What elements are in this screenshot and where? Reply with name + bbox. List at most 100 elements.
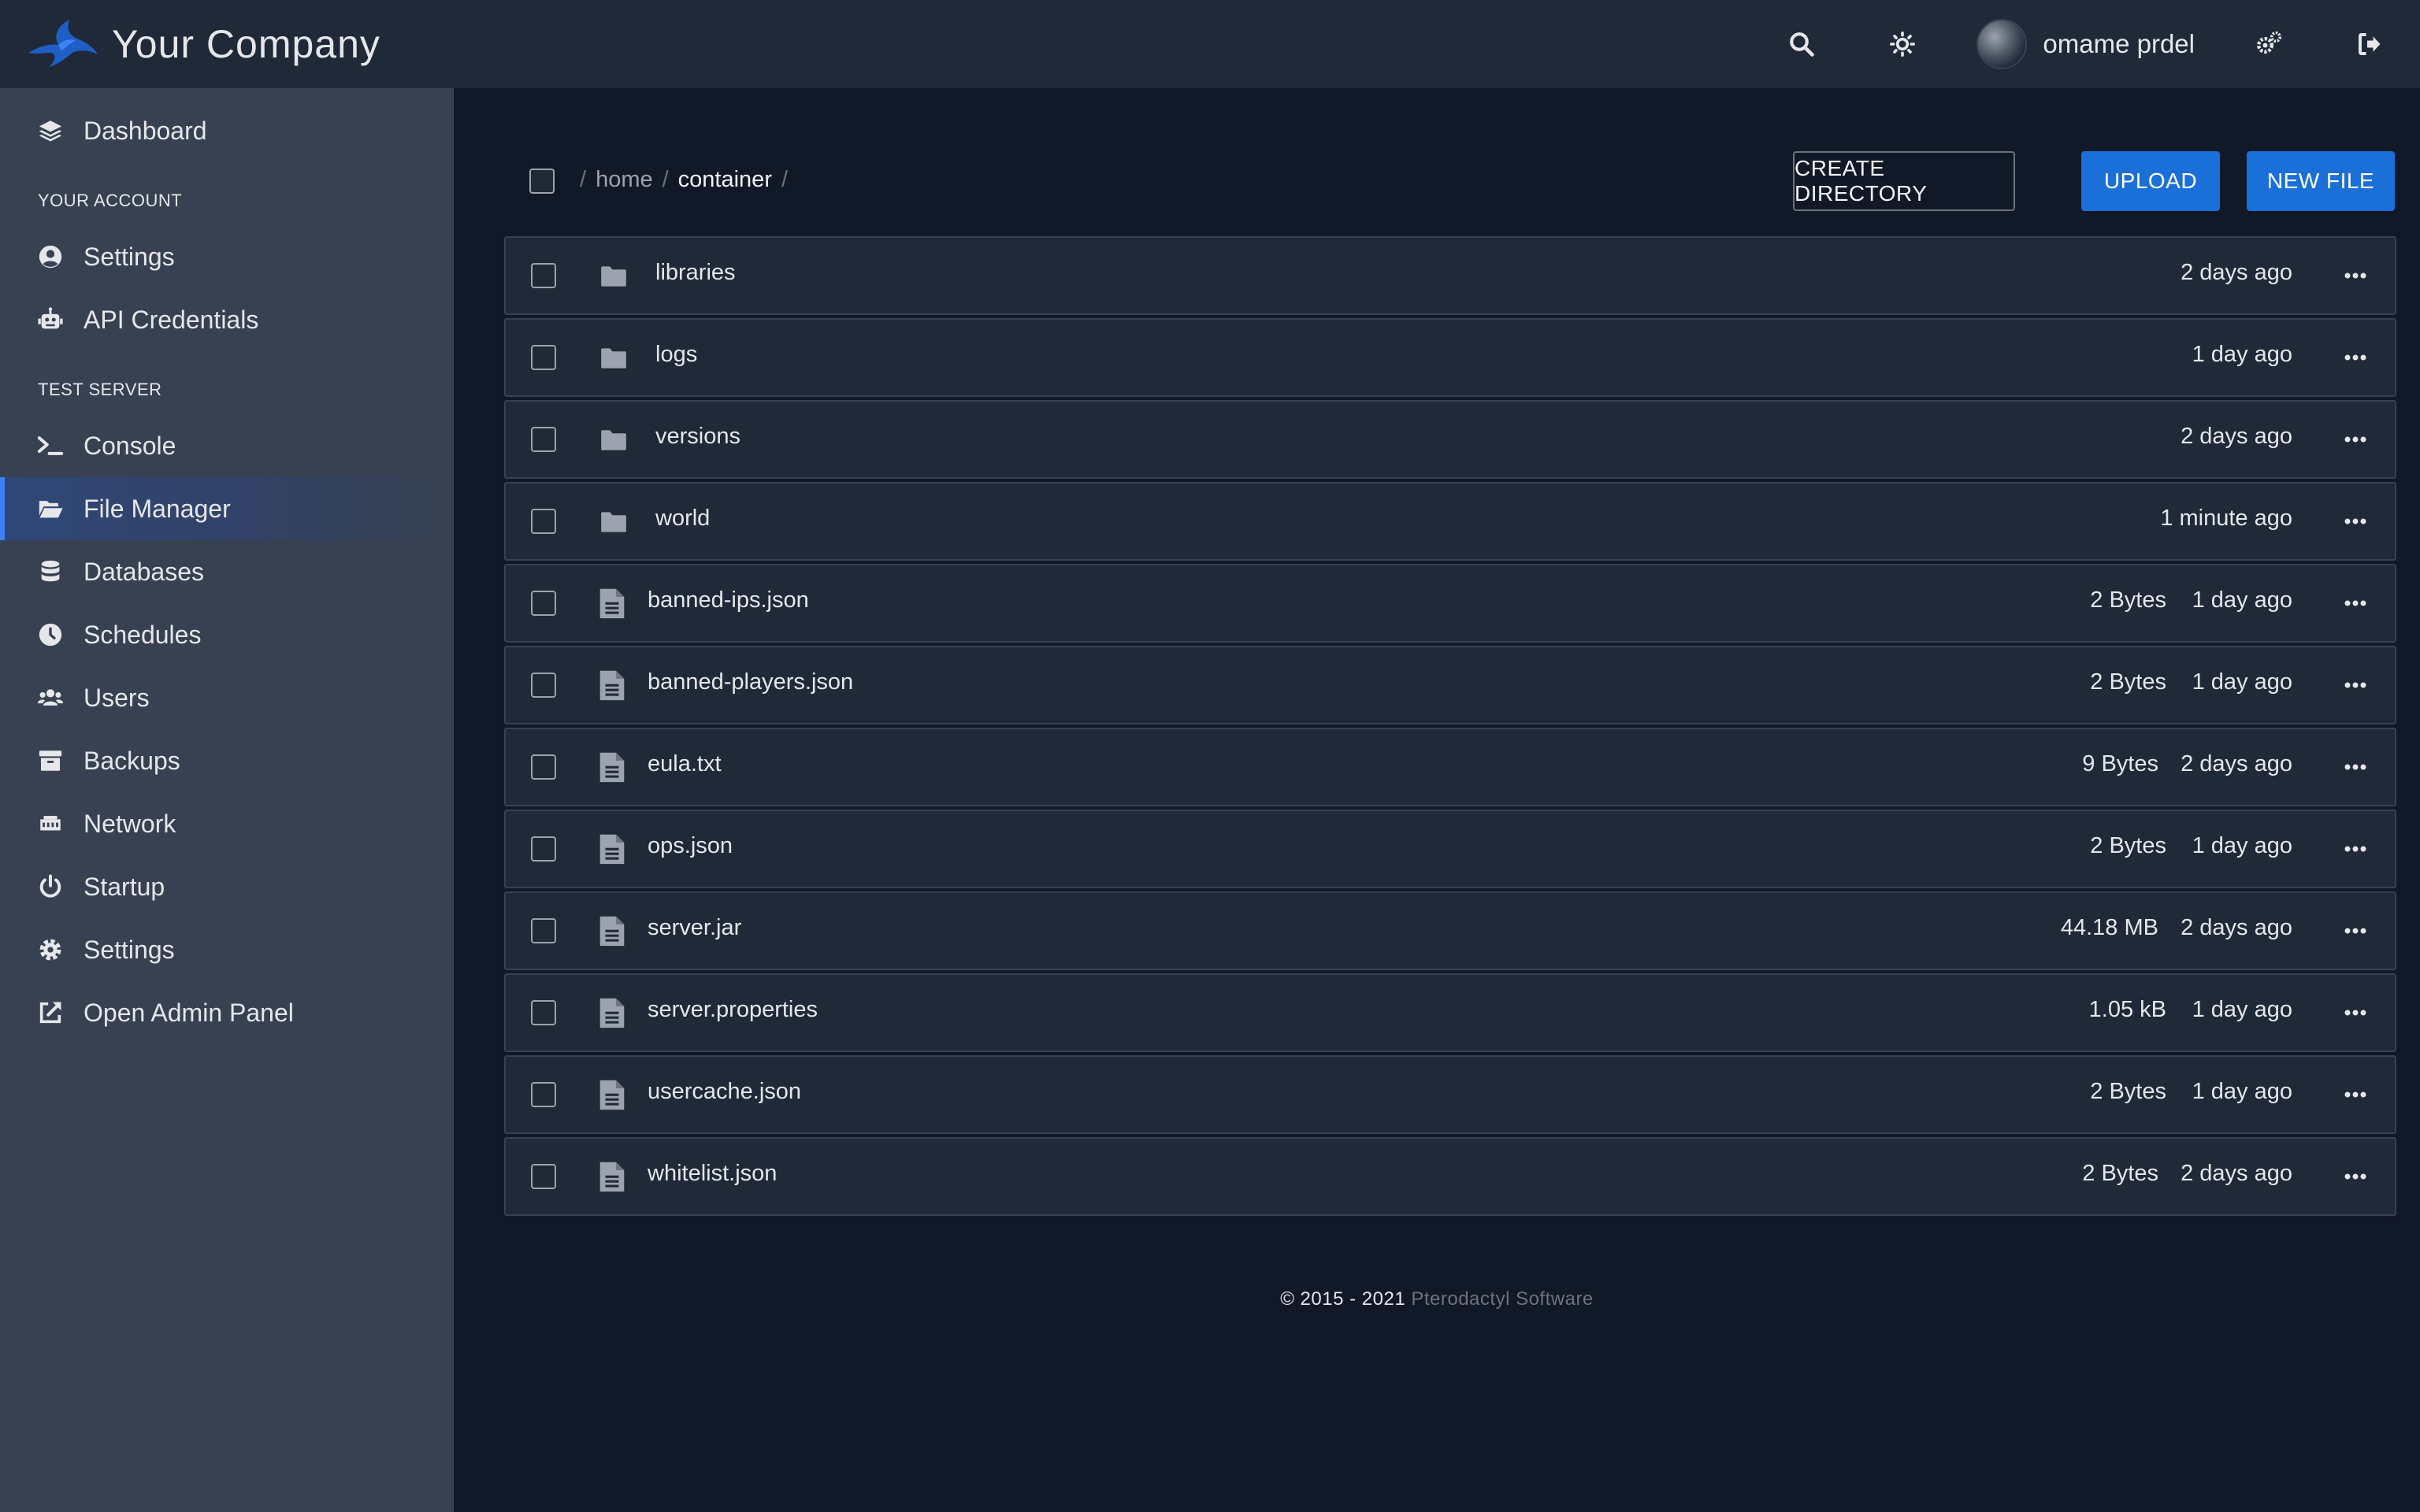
row-options-button[interactable] xyxy=(2332,258,2379,295)
robot-icon xyxy=(36,306,65,334)
row-options-button[interactable] xyxy=(2332,340,2379,376)
folder-icon xyxy=(599,425,629,455)
row-checkbox[interactable] xyxy=(531,591,556,616)
file-icon xyxy=(599,751,625,784)
file-row[interactable]: ops.json 2 Bytes 1 day ago xyxy=(504,810,2396,888)
breadcrumb: / home / container / xyxy=(580,167,788,193)
file-row[interactable]: eula.txt 9 Bytes 2 days ago xyxy=(504,728,2396,806)
row-checkbox[interactable] xyxy=(531,509,556,534)
admin-settings-button[interactable] xyxy=(2218,0,2319,88)
file-name[interactable]: server.jar xyxy=(648,915,741,941)
file-name[interactable]: usercache.json xyxy=(648,1079,801,1105)
footer-link[interactable]: Pterodactyl Software xyxy=(1411,1288,1593,1310)
row-options-button[interactable] xyxy=(2332,995,2379,1032)
sidebar-item-backups[interactable]: Backups xyxy=(0,729,454,792)
row-checkbox[interactable] xyxy=(531,918,556,943)
row-checkbox[interactable] xyxy=(531,427,556,452)
sidebar-item-file-manager[interactable]: File Manager xyxy=(0,477,454,540)
row-options-button[interactable] xyxy=(2332,504,2379,540)
breadcrumb-home[interactable]: home xyxy=(596,167,653,193)
user-menu[interactable]: omame prdel xyxy=(1953,0,2218,88)
row-checkbox[interactable] xyxy=(531,1000,556,1025)
file-name[interactable]: ops.json xyxy=(648,833,733,859)
sidebar-item-label: API Credentials xyxy=(84,305,259,334)
top-actions: omame prdel xyxy=(1751,0,2420,88)
sidebar-item-server-settings[interactable]: Settings xyxy=(0,918,454,981)
file-name[interactable]: whitelist.json xyxy=(648,1161,777,1187)
file-name[interactable]: server.properties xyxy=(648,997,818,1023)
logout-button[interactable] xyxy=(2319,0,2420,88)
file-row[interactable]: usercache.json 2 Bytes 1 day ago xyxy=(504,1055,2396,1134)
directory-row[interactable]: versions 2 days ago xyxy=(504,400,2396,479)
search-icon xyxy=(1790,32,1815,57)
row-options-button[interactable] xyxy=(2332,1077,2379,1114)
row-checkbox[interactable] xyxy=(531,836,556,862)
row-checkbox[interactable] xyxy=(531,263,556,288)
network-icon xyxy=(36,810,65,838)
ellipsis-icon xyxy=(2344,761,2367,775)
file-icon xyxy=(599,669,625,702)
file-name[interactable]: world xyxy=(655,506,710,532)
file-modified: 2 days ago xyxy=(2181,751,2292,776)
sidebar-item-account-settings[interactable]: Settings xyxy=(0,225,454,288)
folder-icon xyxy=(599,343,629,373)
row-options-button[interactable] xyxy=(2332,422,2379,458)
directory-row[interactable]: logs 1 day ago xyxy=(504,318,2396,397)
file-row[interactable]: banned-players.json 2 Bytes 1 day ago xyxy=(504,646,2396,724)
theme-toggle-button[interactable] xyxy=(1852,0,1953,88)
row-options-button[interactable] xyxy=(2332,914,2379,950)
file-row[interactable]: whitelist.json 2 Bytes 2 days ago xyxy=(504,1137,2396,1216)
file-name[interactable]: banned-players.json xyxy=(648,669,853,695)
brand[interactable]: Your Company xyxy=(0,0,380,88)
row-checkbox[interactable] xyxy=(531,345,556,370)
file-size: 2 Bytes xyxy=(2090,669,2166,695)
file-row[interactable]: server.jar 44.18 MB 2 days ago xyxy=(504,891,2396,970)
external-link-icon xyxy=(36,999,65,1027)
row-checkbox[interactable] xyxy=(531,754,556,780)
folder-open-icon xyxy=(36,495,65,523)
row-checkbox[interactable] xyxy=(531,673,556,698)
sidebar-item-users[interactable]: Users xyxy=(0,666,454,729)
row-options-button[interactable] xyxy=(2332,750,2379,786)
select-all-checkbox[interactable] xyxy=(529,169,555,194)
sidebar-item-databases[interactable]: Databases xyxy=(0,540,454,603)
new-file-button[interactable]: NEW FILE xyxy=(2247,151,2395,211)
sidebar: Dashboard YOUR ACCOUNT Settings API Cred… xyxy=(0,88,454,1512)
sidebar-item-open-admin-panel[interactable]: Open Admin Panel xyxy=(0,981,454,1044)
ellipsis-icon xyxy=(2344,515,2367,529)
row-checkbox[interactable] xyxy=(531,1164,556,1189)
sidebar-item-dashboard[interactable]: Dashboard xyxy=(0,99,454,162)
folder-icon xyxy=(599,261,629,291)
file-name[interactable]: eula.txt xyxy=(648,751,722,777)
sidebar-item-label: Console xyxy=(84,431,176,460)
breadcrumb-current[interactable]: container xyxy=(678,167,772,193)
row-options-button[interactable] xyxy=(2332,1159,2379,1195)
row-options-button[interactable] xyxy=(2332,668,2379,704)
sidebar-item-console[interactable]: Console xyxy=(0,414,454,477)
file-row[interactable]: server.properties 1.05 kB 1 day ago xyxy=(504,973,2396,1052)
row-options-button[interactable] xyxy=(2332,832,2379,868)
directory-row[interactable]: world 1 minute ago xyxy=(504,482,2396,561)
directory-row[interactable]: libraries 2 days ago xyxy=(504,236,2396,315)
file-name[interactable]: versions xyxy=(655,424,740,450)
power-icon xyxy=(36,873,65,901)
create-directory-button[interactable]: CREATE DIRECTORY xyxy=(1793,151,2015,211)
file-name[interactable]: libraries xyxy=(655,260,736,286)
sidebar-item-startup[interactable]: Startup xyxy=(0,855,454,918)
pterodactyl-logo-icon xyxy=(28,20,98,67)
row-checkbox[interactable] xyxy=(531,1082,556,1107)
file-icon xyxy=(599,915,625,948)
ellipsis-icon xyxy=(2344,679,2367,693)
sidebar-item-api-credentials[interactable]: API Credentials xyxy=(0,288,454,351)
row-options-button[interactable] xyxy=(2332,586,2379,622)
search-button[interactable] xyxy=(1751,0,1852,88)
file-modified: 2 days ago xyxy=(2181,1161,2292,1186)
breadcrumb-separator: / xyxy=(662,167,669,192)
file-row[interactable]: banned-ips.json 2 Bytes 1 day ago xyxy=(504,564,2396,643)
sidebar-item-network[interactable]: Network xyxy=(0,792,454,855)
upload-button[interactable]: UPLOAD xyxy=(2081,151,2220,211)
sidebar-item-schedules[interactable]: Schedules xyxy=(0,603,454,666)
file-name[interactable]: logs xyxy=(655,342,697,368)
file-name[interactable]: banned-ips.json xyxy=(648,587,809,613)
sidebar-item-label: Dashboard xyxy=(84,116,207,145)
